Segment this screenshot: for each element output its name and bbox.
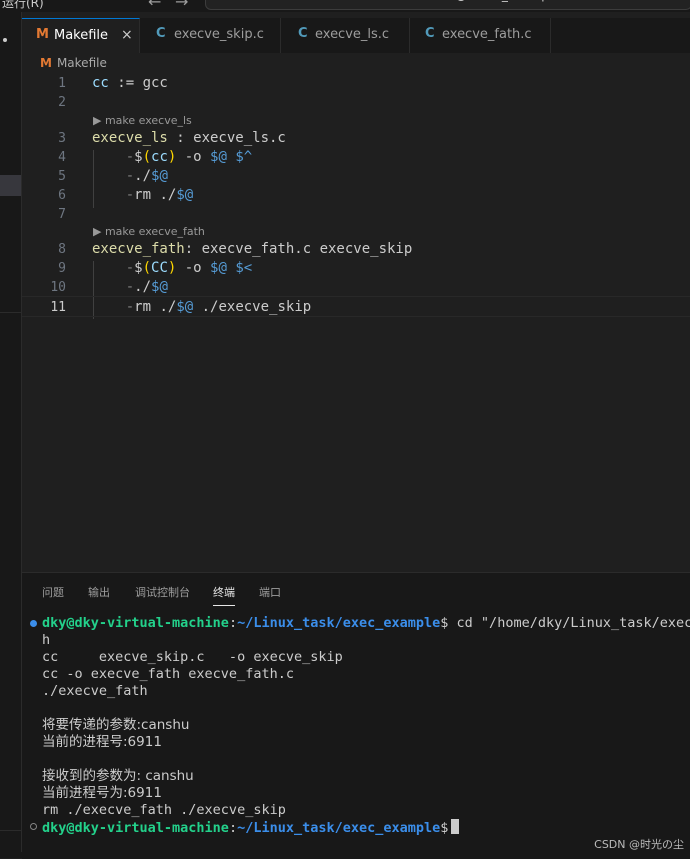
bottom-panel: 问题 输出 调试控制台 终端 端口 dky@dky-virtual-machin… [22, 572, 690, 859]
line-text: cc := gcc [92, 75, 168, 91]
tab-label: execve_fath.c [442, 27, 532, 42]
terminal-line: 当前进程号为:6911 [42, 785, 162, 801]
terminal-line: 接收到的参数为: canshu [42, 768, 194, 784]
tab-label: execve_skip.c [174, 27, 264, 42]
search-text: exec_example [474, 0, 560, 2]
line-number: 10 [50, 280, 66, 295]
line-text: -$(cc) -o $@ $^ [125, 149, 253, 165]
tab-label: Makefile [54, 28, 109, 43]
code-line: 9 -$(CC) -o $@ $< [22, 259, 690, 278]
tab-makefile[interactable]: M Makefile × [22, 18, 140, 53]
codelens-make-execve-ls[interactable]: ▶ make execve_ls [93, 114, 192, 127]
close-icon[interactable]: × [121, 27, 133, 43]
code-line: 4 -$(cc) -o $@ $^ [22, 148, 690, 167]
line-number: 3 [58, 131, 66, 146]
tab-terminal[interactable]: 终端 [213, 584, 235, 606]
terminal-line: rm ./execve_fath ./execve_skip [42, 802, 286, 818]
command-success-dot-icon[interactable] [30, 620, 37, 627]
forward-arrow-icon[interactable]: → [175, 0, 188, 11]
code-line: 6 -rm ./$@ [22, 186, 690, 205]
line-text: -./$@ [125, 168, 168, 184]
code-line: 3 execve_ls : execve_ls.c [22, 129, 690, 148]
terminal-cursor [451, 819, 460, 834]
terminal-line: ./execve_fath [42, 683, 148, 699]
code-line: 10 -./$@ [22, 278, 690, 297]
terminal-line: cc execve_skip.c -o execve_skip [42, 649, 343, 665]
tab-ports[interactable]: 端口 [259, 584, 281, 600]
tab-execve-ls[interactable]: C execve_ls.c [281, 18, 410, 53]
line-number: 8 [58, 242, 66, 257]
terminal-prompt-line: dky@dky-virtual-machine:~/Linux_task/exe… [42, 819, 460, 836]
line-text: -rm ./$@ ./execve_skip [125, 299, 312, 315]
terminal-line: 当前的进程号:6911 [42, 734, 162, 750]
search-icon [456, 0, 466, 1]
line-text: execve_fath: execve_fath.c execve_skip [92, 241, 413, 257]
code-line: 5 -./$@ [22, 167, 690, 186]
codelens-make-execve-fath[interactable]: ▶ make execve_fath [93, 225, 205, 238]
code-line: 1 cc := gcc [22, 74, 690, 93]
breadcrumb-file[interactable]: Makefile [57, 56, 107, 70]
line-number: 2 [58, 95, 66, 110]
line-text: -$(CC) -o $@ $< [125, 260, 253, 276]
line-number: 9 [58, 261, 66, 276]
tab-debug-console[interactable]: 调试控制台 [135, 584, 190, 600]
line-text: -./$@ [125, 279, 168, 295]
line-number: 1 [58, 76, 66, 91]
tab-problems[interactable]: 问题 [42, 584, 64, 600]
status-bar-strip [0, 852, 690, 858]
tab-execve-skip[interactable]: C execve_skip.c [140, 18, 281, 53]
sidebar-divider [0, 830, 21, 831]
line-number: 11 [50, 300, 66, 315]
line-text: -rm ./$@ [125, 187, 194, 203]
tab-execve-fath[interactable]: C execve_fath.c [410, 18, 551, 53]
code-line-current: 11 -rm ./$@ ./execve_skip [22, 296, 690, 317]
makefile-icon: M [40, 56, 52, 70]
explorer-sidebar [0, 12, 22, 858]
line-text: execve_ls : execve_ls.c [92, 130, 286, 146]
terminal[interactable]: dky@dky-virtual-machine:~/Linux_task/exe… [22, 615, 690, 859]
terminal-line: cc -o execve_fath execve_fath.c [42, 666, 294, 682]
terminal-line: 将要传递的参数:canshu [42, 717, 190, 733]
terminal-line: h [42, 632, 51, 648]
tab-output[interactable]: 输出 [88, 584, 110, 600]
sidebar-selected-item[interactable] [0, 175, 21, 196]
codelens-row: ▶ make execve_ls [22, 112, 690, 129]
code-line: 2 [22, 93, 690, 112]
more-menu-icon[interactable]: ··· [70, 0, 83, 8]
title-bar: 运行(R) ··· ← → exec_example [0, 0, 690, 12]
sidebar-divider [0, 312, 21, 313]
back-arrow-icon[interactable]: ← [148, 0, 161, 11]
code-line: 7 [22, 205, 690, 224]
terminal-prompt-line: dky@dky-virtual-machine:~/Linux_task/exe… [42, 615, 690, 631]
c-file-icon: C [298, 26, 308, 41]
command-center-search[interactable]: exec_example [205, 0, 690, 10]
panel-tabs: 问题 输出 调试控制台 终端 端口 [22, 573, 690, 607]
makefile-icon: M [36, 27, 49, 42]
code-line: 8 execve_fath: execve_fath.c execve_skip [22, 240, 690, 259]
editor-tabs: M Makefile × C execve_skip.c C execve_ls… [22, 18, 690, 53]
line-number: 5 [58, 169, 66, 184]
tab-label: execve_ls.c [315, 27, 390, 42]
command-pending-dot-icon[interactable] [30, 823, 37, 830]
menu-run[interactable]: 运行(R) [2, 0, 44, 11]
sidebar-indicator-dot [3, 38, 7, 42]
c-file-icon: C [425, 26, 435, 41]
code-editor[interactable]: 1 cc := gcc 2 ▶ make execve_ls 3 execve_… [22, 74, 690, 570]
line-number: 7 [58, 207, 66, 222]
codelens-row: ▶ make execve_fath [22, 223, 690, 240]
line-number: 4 [58, 150, 66, 165]
watermark: CSDN @时光の尘 [594, 838, 684, 851]
line-number: 6 [58, 188, 66, 203]
c-file-icon: C [156, 26, 166, 41]
breadcrumb[interactable]: M Makefile [40, 56, 107, 72]
